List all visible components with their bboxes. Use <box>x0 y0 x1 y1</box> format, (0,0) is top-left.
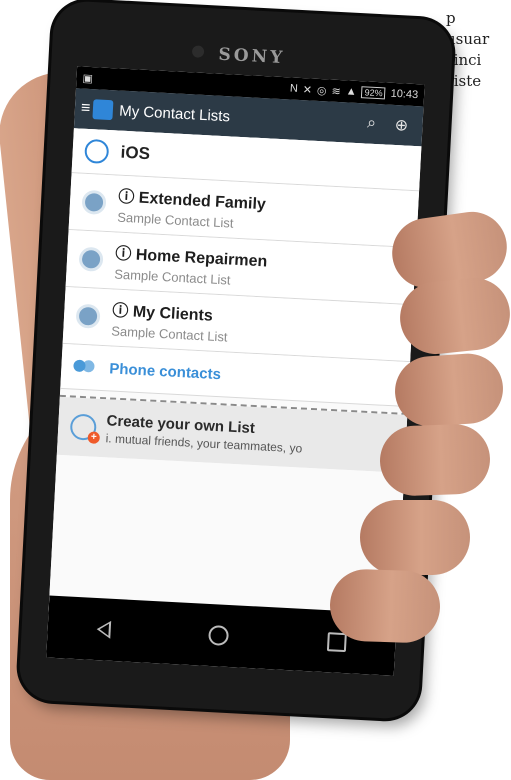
mute-icon: ✕ <box>302 83 313 97</box>
ios-label: iOS <box>120 142 151 164</box>
finger <box>378 423 492 497</box>
finger <box>360 500 470 575</box>
finger <box>328 568 442 644</box>
create-list-icon: + <box>69 413 101 444</box>
add-list-icon[interactable]: ⊕ <box>386 115 417 137</box>
contact-list-icon <box>75 303 101 329</box>
bg-line: p <box>446 9 456 27</box>
app-title: My Contact Lists <box>118 102 231 125</box>
contact-list-name: ⓘ My Clients <box>111 302 214 325</box>
bg-line: sinci <box>446 51 482 69</box>
wifi-icon: ≋ <box>331 85 342 98</box>
home-icon[interactable] <box>208 624 230 646</box>
app-logo-icon <box>92 99 114 121</box>
ios-circle-icon <box>84 138 110 165</box>
nfc-icon: N <box>289 82 299 95</box>
bg-line: usuar <box>446 30 490 48</box>
recent-apps-icon[interactable] <box>326 631 347 652</box>
contact-list-name: ⓘ Extended Family <box>117 188 267 214</box>
search-icon[interactable]: ⌕ <box>356 114 387 134</box>
background-text: p usuar sinci siste <box>446 8 489 92</box>
back-icon[interactable] <box>96 620 112 639</box>
phone-contacts-label: Phone contacts <box>108 359 222 383</box>
notification-icon: ▣ <box>82 72 94 85</box>
menu-icon[interactable]: ≡ <box>80 100 91 118</box>
contact-list-icon <box>78 246 104 272</box>
alarm-icon: ◎ <box>316 84 327 97</box>
contact-list-icon <box>81 189 107 215</box>
signal-icon: ▲ <box>345 85 357 98</box>
finger <box>392 351 506 429</box>
bg-line: siste <box>446 72 482 90</box>
clock: 10:43 <box>390 87 419 102</box>
people-icon <box>73 360 96 375</box>
contact-list-subtitle: Sample Contact List <box>110 323 228 345</box>
contact-list-name: ⓘ Home Repairmen <box>114 245 268 271</box>
battery-indicator: 92% <box>361 86 386 100</box>
plus-icon: + <box>87 431 101 444</box>
